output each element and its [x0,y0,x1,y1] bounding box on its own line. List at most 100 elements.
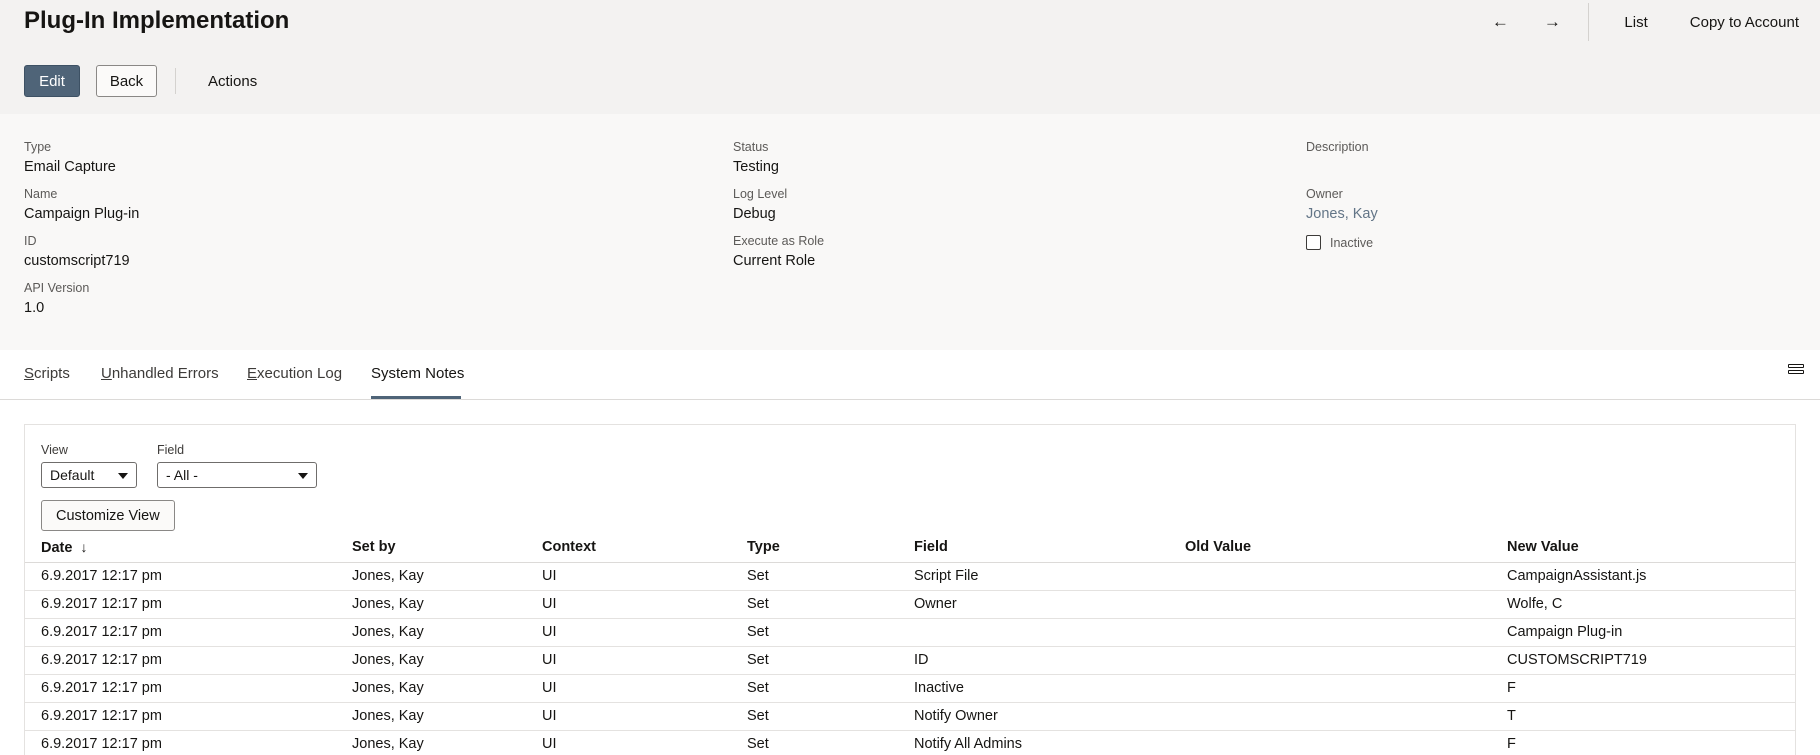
tab-execution-log[interactable]: Execution Log [247,365,342,382]
cell-context: UI [526,674,731,703]
field-value: customscript719 [24,253,130,269]
field-label: Name [24,187,58,201]
record-fields: Type Email Capture Name Campaign Plug-in… [0,114,1820,350]
field-log-level: Log Level Debug [733,187,787,222]
column-header-new-value[interactable]: New Value [1491,533,1795,563]
cell-old-value [1169,702,1491,731]
tab-system-notes[interactable]: System Notes [371,365,464,382]
cell-type: Set [731,590,898,619]
action-buttons: Edit Back Actions [24,65,271,97]
cell-date: 6.9.2017 12:17 pm [25,646,336,675]
nav-divider [1588,3,1590,41]
cell-date: 6.9.2017 12:17 pm [25,674,336,703]
column-header-set-by[interactable]: Set by [336,533,526,563]
field-value: Debug [733,206,776,222]
next-record-arrow-icon[interactable]: → [1526,12,1578,32]
cell-context: UI [526,562,731,591]
cell-field: ID [898,646,1169,675]
cell-date: 6.9.2017 12:17 pm [25,730,336,755]
table-row: 6.9.2017 12:17 pm Jones, Kay UI Set Inac… [25,674,1795,703]
field-description: Description [1306,140,1369,159]
inactive-label: Inactive [1330,235,1374,250]
subtab-bar: Scripts Unhandled Errors Execution Log S… [0,350,1820,400]
cell-field: Notify All Admins [898,730,1169,755]
actions-menu[interactable]: Actions [194,73,271,90]
previous-record-arrow-icon[interactable]: ← [1474,12,1526,32]
cell-date: 6.9.2017 12:17 pm [25,590,336,619]
field-value: Testing [733,159,779,175]
header-nav: ← → List Copy to Account [1474,0,1820,44]
field-filter-label: Field [157,443,185,457]
cell-type: Set [731,562,898,591]
table-body: 6.9.2017 12:17 pm Jones, Kay UI Set Scri… [25,562,1795,755]
column-header-context[interactable]: Context [526,533,731,563]
field-name: Name Campaign Plug-in [24,187,139,222]
table-row: 6.9.2017 12:17 pm Jones, Kay UI Set Scri… [25,562,1795,591]
field-label: Type [24,140,52,154]
cell-field: Owner [898,590,1169,619]
cell-new-value: Wolfe, C [1491,590,1795,619]
tab-unhandled-errors[interactable]: Unhandled Errors [101,365,219,382]
field-value: Campaign Plug-in [24,206,140,222]
column-header-old-value[interactable]: Old Value [1169,533,1491,563]
cell-new-value: Campaign Plug-in [1491,618,1795,647]
tab-label: xecution Log [257,365,343,382]
cell-type: Set [731,702,898,731]
active-tab-indicator [371,396,461,399]
cell-date: 6.9.2017 12:17 pm [25,618,336,647]
view-select-value: Default [50,467,95,483]
column-header-label: Date [41,539,73,556]
view-filter: View Default [41,443,137,488]
field-label: Status [733,140,769,154]
field-execute-as-role: Execute as Role Current Role [733,234,824,269]
cell-old-value [1169,562,1491,591]
field-label: Log Level [733,187,788,201]
cell-old-value [1169,618,1491,647]
tab-label: cripts [34,365,70,382]
cell-field: Inactive [898,674,1169,703]
back-button[interactable]: Back [96,65,157,97]
column-header-date[interactable]: Date ↓ [25,533,336,563]
cell-field: Notify Owner [898,702,1169,731]
customize-view-button[interactable]: Customize View [41,500,175,531]
field-status: Status Testing [733,140,779,175]
cell-set-by: Jones, Kay [336,702,526,731]
table-row: 6.9.2017 12:17 pm Jones, Kay UI Set Owne… [25,590,1795,619]
field-id: ID customscript719 [24,234,130,269]
table-row: 6.9.2017 12:17 pm Jones, Kay UI Set Noti… [25,730,1795,755]
system-notes-panel: View Default Field - All - Customize Vie… [24,424,1796,755]
owner-link[interactable]: Jones, Kay [1306,206,1378,222]
edit-button[interactable]: Edit [24,65,80,97]
column-header-type[interactable]: Type [731,533,898,563]
tab-accesskey: S [24,365,35,382]
field-label: Execute as Role [733,234,825,248]
cell-new-value: F [1491,730,1795,755]
field-select[interactable]: - All - [157,462,317,488]
cell-date: 6.9.2017 12:17 pm [25,702,336,731]
cell-old-value [1169,730,1491,755]
cell-context: UI [526,618,731,647]
cell-context: UI [526,646,731,675]
copy-to-account-link[interactable]: Copy to Account [1669,14,1820,31]
sort-descending-arrow-icon: ↓ [80,538,88,555]
cell-field [898,618,1169,647]
field-value: Current Role [733,253,816,269]
cell-set-by: Jones, Kay [336,590,526,619]
cell-old-value [1169,646,1491,675]
inactive-checkbox[interactable] [1306,235,1321,250]
column-header-field[interactable]: Field [898,533,1169,563]
layout-menu-icon[interactable] [1788,364,1806,382]
cell-type: Set [731,618,898,647]
list-link[interactable]: List [1603,14,1668,31]
tab-scripts[interactable]: Scripts [24,365,70,382]
inactive-field: Inactive [1306,235,1373,250]
cell-context: UI [526,730,731,755]
field-label: Owner [1306,187,1343,201]
view-select[interactable]: Default [41,462,137,488]
cell-field: Script File [898,562,1169,591]
chevron-down-icon [298,473,308,479]
field-owner: Owner Jones, Kay [1306,187,1378,222]
button-divider [175,68,176,94]
field-filter: Field - All - [157,443,317,488]
field-label: Description [1306,140,1369,154]
